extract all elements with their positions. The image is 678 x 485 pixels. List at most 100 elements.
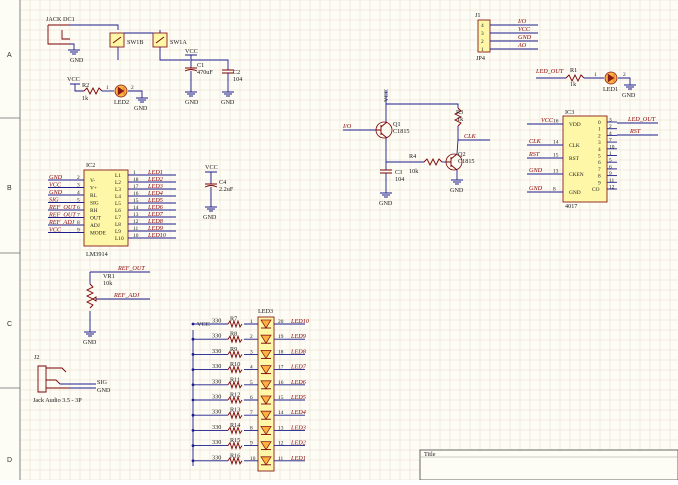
led-bar-pin-left: 5 [250, 380, 253, 386]
ic2-right-pin-name: L10 [115, 236, 124, 242]
ic2-right-net: LED10 [147, 232, 167, 239]
ic3-output-pin: 5 [609, 158, 612, 164]
led2-pin1: 1 [106, 85, 109, 91]
led-bar-vcc-label: VCC [197, 321, 210, 328]
led-bar-pin-right: 20 [278, 319, 284, 325]
j1-pin-3: 3 [481, 31, 484, 37]
ic2-right-net: LED1 [147, 169, 163, 176]
q1-part: C1815 [393, 128, 410, 135]
ic3-output-name: 9 [598, 180, 601, 186]
ic2-left-pin-name: RL [90, 193, 97, 199]
bank-resistor-ref: R12 [230, 392, 240, 399]
capacitor-c1 [184, 67, 198, 72]
ic2-right-pin-name: L4 [115, 194, 121, 200]
ic3-pin-name: CKEN [569, 172, 584, 178]
ic2-left-pin-num: 5 [77, 198, 80, 204]
j2-part: Jack Audio 3.5 - 3P [33, 397, 82, 404]
ic2-left-pin-name: MODE [90, 231, 107, 237]
vr1-ref: VR1 [103, 273, 115, 280]
ic3-pin-num: 13 [553, 169, 559, 175]
ic2-right-net: LED4 [147, 190, 163, 197]
j1-header: J1 4 3 2 1 I/O VCC GND AO JP4 [475, 12, 538, 62]
led2-ref: LED2 [114, 99, 129, 106]
led-bar-pin-left: 9 [250, 441, 253, 447]
vr1-net-ref-out: REF_OUT [117, 265, 145, 272]
j2-gnd-label: GND [97, 387, 111, 394]
j1-pin-2: 2 [481, 39, 484, 45]
q2-part: C1815 [458, 158, 475, 165]
ic3-4017: IC3 4017 16VDDVCC14CLKCLK15RSTRST13CKENG… [527, 109, 658, 210]
ic2-right-pin-num: 11 [133, 226, 138, 232]
bank-resistor-value: 330 [212, 409, 221, 416]
r2-value: 1k [82, 95, 89, 102]
ic3-pin-net: GND [529, 167, 543, 174]
led-bar-pin-left: 4 [250, 365, 253, 371]
led-bar-pin-right: 13 [278, 425, 284, 431]
led2-indicator: VCC R2 1k 1 2 LED2 GND [67, 76, 148, 112]
led-bar-pin-right: 14 [278, 410, 284, 416]
ic2-right-pin-name: L1 [115, 173, 121, 179]
ic2-right-net: LED6 [147, 204, 164, 211]
ic3-pin-num: 16 [553, 119, 559, 125]
bank-resistor-value: 330 [212, 378, 221, 385]
led-bar-pin-right: 11 [278, 456, 283, 462]
zone-b-label: B [7, 185, 12, 192]
c1-ref: C1 [197, 62, 204, 69]
sw1b-label: SW1B [127, 39, 144, 46]
ic2-right-pin-name: L5 [115, 201, 121, 207]
led1-ref: LED1 [603, 86, 618, 93]
ic2-left-pin-num: 3 [77, 183, 80, 189]
ic2-left-pin-num: 4 [77, 190, 80, 196]
gnd-label-q2: GND [450, 187, 464, 194]
title-block-title-label: Title [424, 451, 436, 458]
bank-resistor-value: 330 [212, 424, 221, 431]
ic2-right-net: LED3 [147, 183, 163, 190]
ic3-pin-name: GND [569, 190, 581, 196]
bank-resistor-value: 330 [212, 333, 221, 340]
gnd-symbol-c4 [205, 206, 217, 212]
zone-c-label: C [7, 321, 12, 328]
ic3-pin-num: 8 [553, 187, 556, 193]
ic2-left-pin-name: OUT [90, 216, 102, 222]
ic2-right-pin-name: L3 [115, 187, 121, 193]
q2-ref: Q2 [458, 151, 466, 158]
ic3-pin-num: 15 [553, 153, 559, 159]
led-bar-section: LED3 VCC 330 R7 1 20 LED10 330 R8 2 19 LED9 330 R9 3… [191, 308, 310, 472]
ic2-left-pin-name: ADJ [90, 223, 100, 229]
ic2-ref: IC2 [86, 162, 95, 169]
ic3-output-pin: 2 [609, 124, 612, 130]
r4-value: 10k [409, 168, 419, 175]
r2-ref: R2 [82, 82, 89, 89]
jack-dc-symbol [47, 24, 70, 45]
c4-ref: C4 [219, 179, 226, 186]
led-bar-pin-right: 16 [278, 380, 284, 386]
c4-vcc-label: VCC [205, 164, 218, 171]
ic2-left-pin-num: 8 [77, 220, 80, 226]
ic3-output-name: 5 [598, 154, 601, 160]
led-bar-pin-left: 7 [250, 410, 253, 416]
ic2-left-net: VCC [49, 227, 62, 234]
r3-value: 1k [457, 116, 464, 123]
c4-decoupling: VCC C4 2.2uF GND [203, 164, 234, 221]
led-bar-pin-right: 12 [278, 441, 284, 447]
ic2-left-net: REF_ADJ [48, 219, 75, 226]
led-bar-pin-right: 17 [278, 365, 284, 371]
led-bar-pin-left: 6 [250, 395, 253, 401]
j1-net-ao: AO [517, 42, 527, 49]
led-bar-pin-left: 10 [250, 456, 256, 462]
ic3-output-name: 0 [598, 120, 601, 126]
led2-vcc-label: VCC [67, 76, 80, 83]
ic3-output-pin: 9 [609, 171, 612, 177]
ic2-right-pin-num: 13 [133, 212, 139, 218]
ic3-output-name: 8 [598, 174, 601, 180]
ic3-output-name: 1 [598, 127, 601, 133]
q-vcc-label: VCC [383, 89, 390, 102]
sw1a-label: SW1A [170, 39, 187, 46]
j1-footprint: JP4 [476, 55, 485, 62]
ic3-ref: IC3 [565, 109, 574, 116]
ic3-output-pin: 7 [609, 138, 612, 144]
ic2-right-pin-name: L9 [115, 229, 121, 235]
bank-resistor-ref: R14 [230, 422, 240, 429]
ic2-left-net: GND [49, 174, 63, 181]
ic2-right-pin-name: L7 [115, 215, 121, 221]
